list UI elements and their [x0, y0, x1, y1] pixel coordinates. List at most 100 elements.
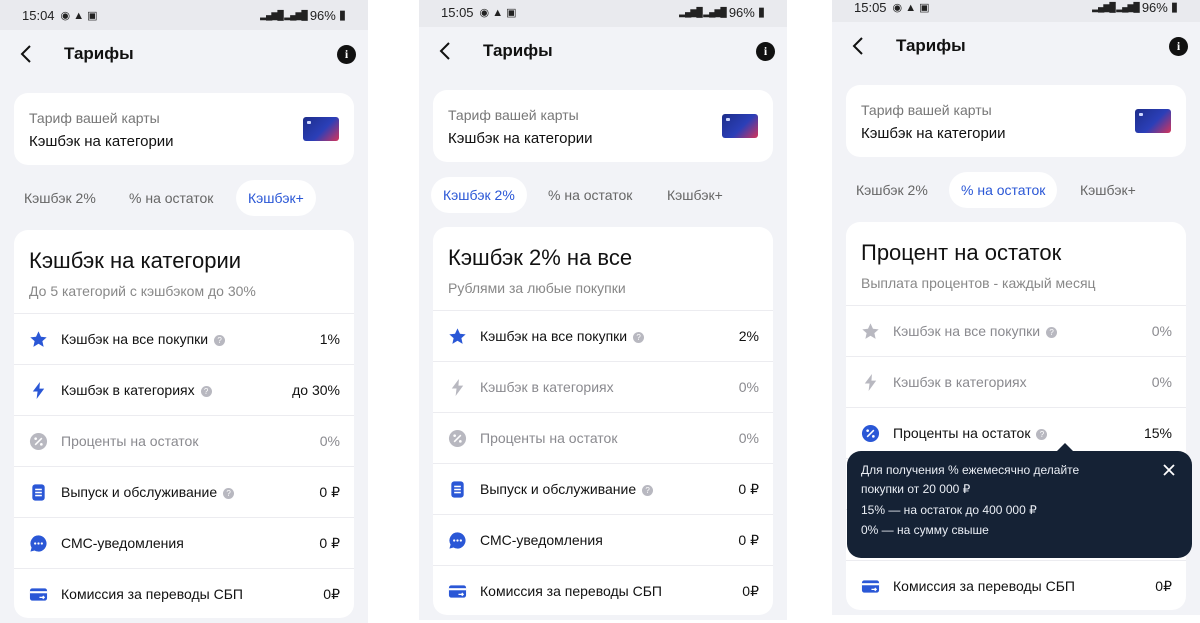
phone-screen-2: 15:05 ◉ ▲ ▣ ▂▄▆█ ▂▄▆█ 96% ▮ Тарифы i Тар… — [419, 0, 787, 620]
tariff-tabs: Кэшбэк 2%% на остаток Кэшбэк+ — [832, 172, 1200, 210]
help-icon[interactable]: ? — [1046, 326, 1058, 338]
status-bar: 15:05 ◉ ▲ ▣ ▂▄▆█ ▂▄▆█ 96% ▮ — [832, 0, 1200, 22]
feature-row[interactable]: Кэшбэк в категориях? до 30% — [14, 364, 354, 415]
info-icon[interactable]: i — [1169, 36, 1188, 56]
feature-label: Кэшбэк на все покупки? — [61, 331, 226, 347]
feature-value: 0₽ — [1155, 577, 1172, 594]
tab-2[interactable]: Кэшбэк+ — [236, 180, 316, 216]
feature-label-text: Кэшбэк в категориях — [893, 374, 1027, 390]
help-icon[interactable]: ? — [633, 331, 645, 343]
feature-row[interactable]: Комиссия за переводы СБП 0₽ — [433, 565, 773, 615]
feature-value: 0 ₽ — [738, 531, 759, 548]
tariff-label: Тариф вашей карты — [29, 110, 160, 126]
feature-label: Кэшбэк в категориях — [480, 379, 614, 395]
help-icon[interactable]: ? — [214, 334, 226, 346]
phone-screen-1: 15:04 ◉ ▲ ▣ ▂▄▆█ ▂▄▆█ 96% ▮ Тарифы i Тар… — [0, 0, 368, 623]
tab-1[interactable]: % на остаток — [117, 180, 225, 216]
feature-row[interactable]: СМС-уведомления 0 ₽ — [14, 517, 354, 568]
tariff-card[interactable]: Тариф вашей карты Кэшбэк на категории — [14, 93, 354, 165]
feature-label: Кэшбэк в категориях — [893, 374, 1027, 390]
tab-0[interactable]: Кэшбэк 2% — [844, 172, 940, 208]
star-icon — [29, 330, 48, 349]
close-icon[interactable] — [1160, 461, 1178, 479]
feature-value: 0% — [1151, 323, 1172, 339]
feature-label-text: Кэшбэк в категориях — [480, 379, 614, 395]
feature-row[interactable]: Выпуск и обслуживание? 0 ₽ — [14, 466, 354, 517]
percent-icon — [29, 432, 48, 451]
feature-value: 1% — [319, 331, 340, 347]
tariff-label: Тариф вашей карты — [448, 107, 579, 123]
tariff-card[interactable]: Тариф вашей карты Кэшбэк на категории — [433, 90, 773, 162]
feature-list: Кэшбэк на все покупки? 2% Кэшбэк в катег… — [433, 310, 773, 615]
feature-label-text: СМС-уведомления — [480, 532, 603, 548]
feature-row[interactable]: Кэшбэк в категориях 0% — [846, 356, 1186, 407]
feature-value: 0 ₽ — [738, 480, 759, 497]
help-icon[interactable]: ? — [223, 487, 235, 499]
help-icon[interactable]: ? — [200, 385, 212, 397]
notification-icons: ◉ ▲ ▣ — [60, 9, 98, 22]
feature-label-text: Выпуск и обслуживание — [61, 484, 218, 500]
lightning-icon — [861, 373, 880, 392]
panel-title: Кэшбэк 2% на все — [448, 245, 633, 270]
lightning-icon — [29, 381, 48, 400]
card-image — [722, 114, 758, 138]
card-transfer-icon — [448, 582, 467, 601]
tab-0[interactable]: Кэшбэк 2% — [12, 180, 108, 216]
feature-row[interactable]: Комиссия за переводы СБП 0₽ — [846, 560, 1186, 610]
back-arrow-icon[interactable] — [435, 41, 455, 61]
feature-label: Кэшбэк в категориях? — [61, 382, 212, 398]
feature-row[interactable]: Кэшбэк на все покупки? 0% — [846, 305, 1186, 356]
status-bar: 15:05 ◉ ▲ ▣ ▂▄▆█ ▂▄▆█ 96% ▮ — [419, 0, 787, 27]
signal-icon: ▂▄▆█ ▂▄▆█ — [260, 9, 308, 20]
tab-2[interactable]: Кэшбэк+ — [1068, 172, 1148, 208]
page-title: Тарифы — [483, 41, 553, 60]
feature-value: 0₽ — [323, 585, 340, 602]
feature-label-text: Кэшбэк на все покупки — [61, 331, 209, 347]
help-icon[interactable]: ? — [642, 484, 654, 496]
status-right: ▂▄▆█ ▂▄▆█ 96% ▮ — [679, 4, 765, 20]
feature-row[interactable]: Проценты на остаток 0% — [14, 415, 354, 466]
page-title: Тарифы — [896, 36, 966, 55]
help-icon[interactable]: ? — [1036, 428, 1048, 440]
tab-2[interactable]: Кэшбэк+ — [655, 177, 735, 213]
tariff-details-panel: Кэшбэк на категории До 5 категорий с кэш… — [14, 230, 354, 618]
feature-row[interactable]: Комиссия за переводы СБП 0₽ — [14, 568, 354, 618]
feature-list: Кэшбэк на все покупки? 1% Кэшбэк в катег… — [14, 313, 354, 618]
feature-label-text: Комиссия за переводы СБП — [61, 586, 243, 602]
lightning-icon — [448, 378, 467, 397]
info-icon[interactable]: i — [337, 44, 356, 64]
feature-label: Выпуск и обслуживание? — [61, 484, 235, 500]
feature-value: 2% — [738, 328, 759, 344]
back-arrow-icon[interactable] — [16, 44, 36, 64]
battery-icon: ▮ — [338, 7, 346, 22]
chat-icon — [29, 534, 48, 553]
tab-0[interactable]: Кэшбэк 2% — [431, 177, 527, 213]
feature-value: 0% — [738, 430, 759, 446]
feature-row[interactable]: СМС-уведомления 0 ₽ — [433, 514, 773, 565]
feature-label-text: Кэшбэк в категориях — [61, 382, 195, 398]
star-icon — [861, 322, 880, 341]
status-time: 15:04 — [22, 7, 55, 23]
tab-1[interactable]: % на остаток — [949, 172, 1058, 208]
back-arrow-icon[interactable] — [848, 36, 868, 56]
battery-icon: ▮ — [757, 4, 765, 19]
feature-row[interactable]: Кэшбэк на все покупки? 2% — [433, 310, 773, 361]
status-time: 15:05 — [854, 0, 887, 15]
panel-title: Процент на остаток — [861, 240, 1062, 265]
document-icon — [29, 483, 48, 502]
feature-row[interactable]: Выпуск и обслуживание? 0 ₽ — [433, 463, 773, 514]
tariff-value: Кэшбэк на категории — [29, 133, 174, 150]
feature-label-text: Комиссия за переводы СБП — [480, 583, 662, 599]
info-icon[interactable]: i — [756, 41, 775, 61]
feature-label-text: Проценты на остаток — [480, 430, 618, 446]
feature-row[interactable]: Кэшбэк в категориях 0% — [433, 361, 773, 412]
feature-row[interactable]: Проценты на остаток 0% — [433, 412, 773, 463]
tariff-card[interactable]: Тариф вашей карты Кэшбэк на категории — [846, 85, 1186, 157]
feature-label-text: Выпуск и обслуживание — [480, 481, 637, 497]
feature-row[interactable]: Кэшбэк на все покупки? 1% — [14, 313, 354, 364]
feature-label: Проценты на остаток — [61, 433, 198, 449]
tab-1[interactable]: % на остаток — [536, 177, 644, 213]
panel-subtitle: Выплата процентов - каждый месяц — [861, 275, 1096, 291]
feature-label-text: Кэшбэк на все покупки — [893, 323, 1041, 339]
feature-value: до 30% — [292, 382, 340, 398]
